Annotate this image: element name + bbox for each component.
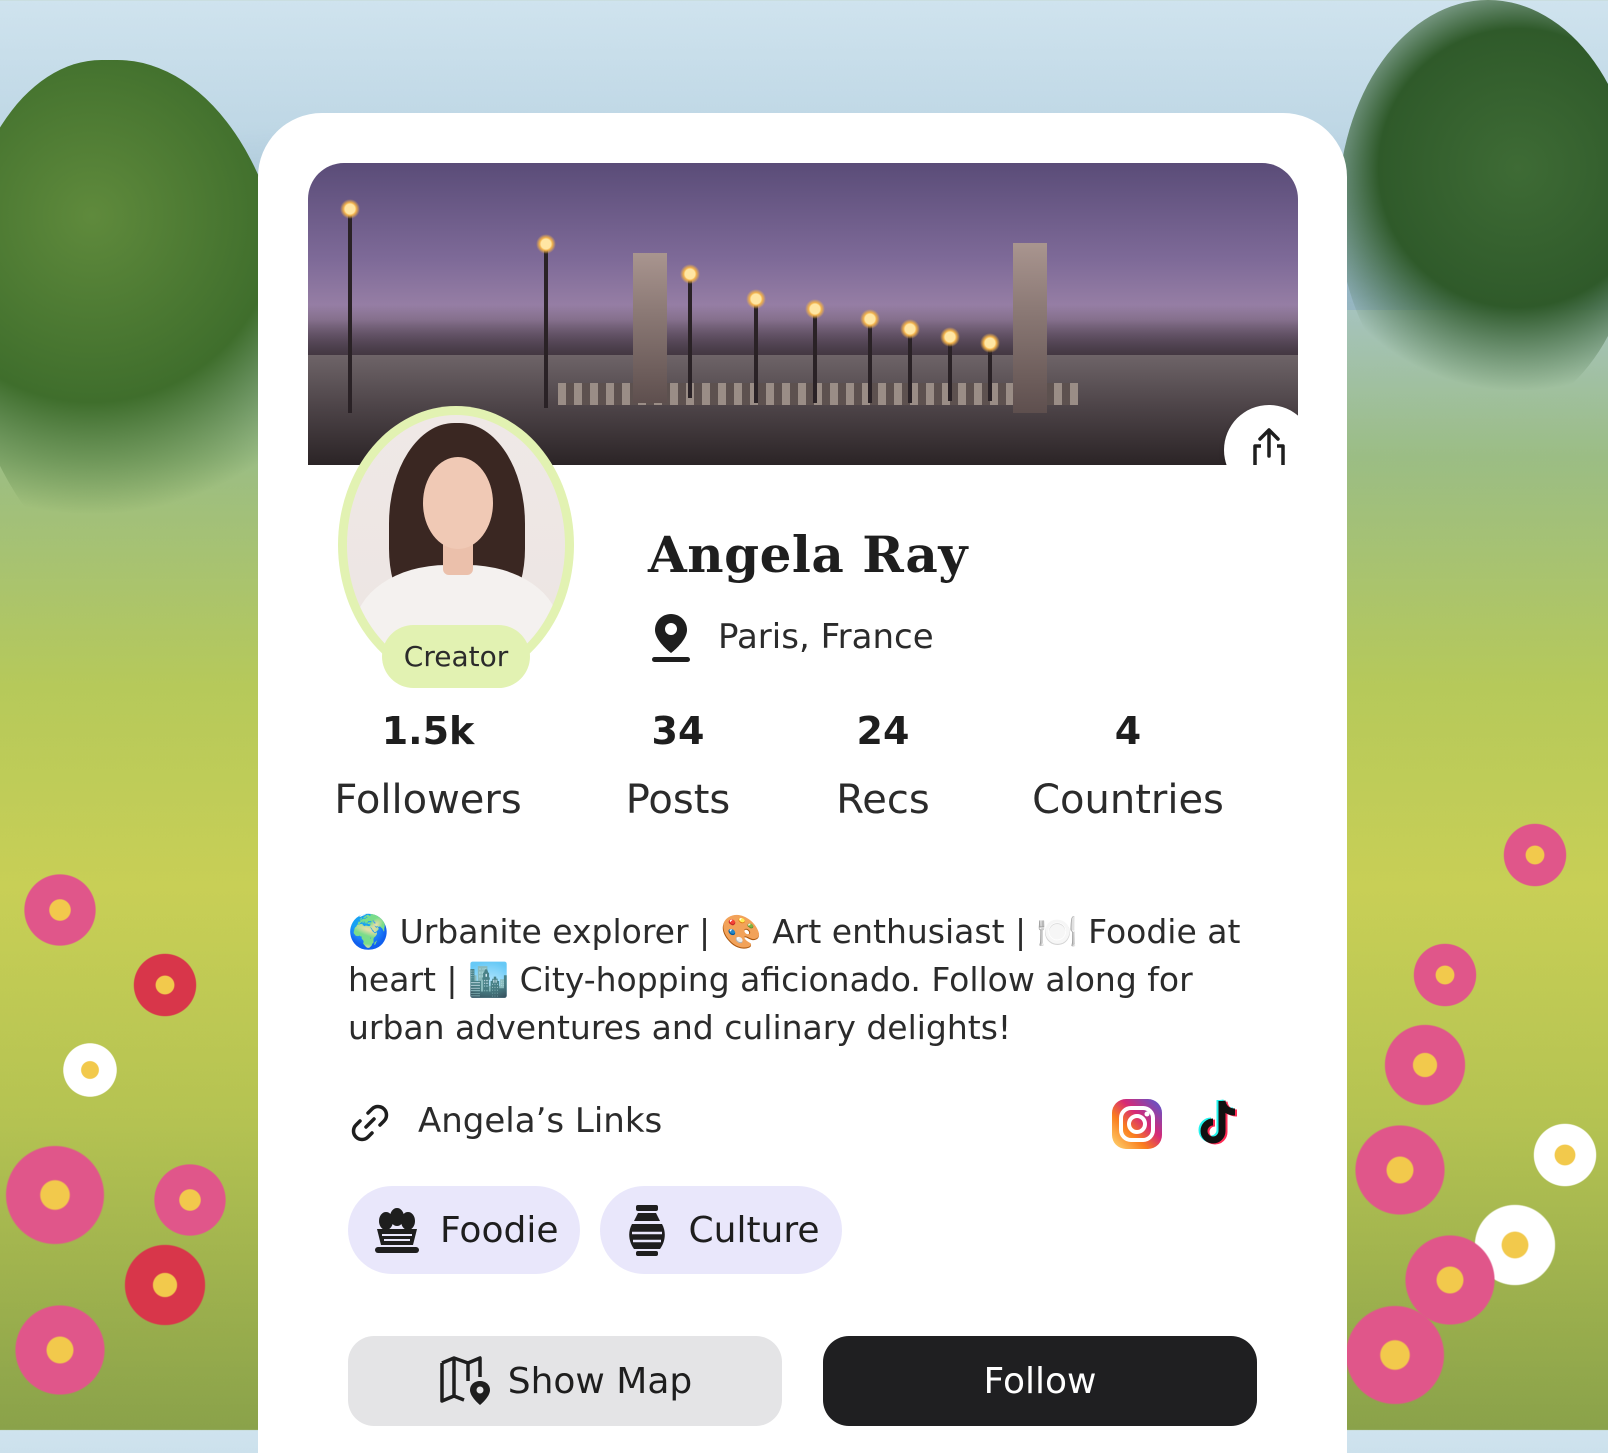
tiktok-icon[interactable] (1196, 1095, 1246, 1151)
stat-value: 4 (1114, 709, 1142, 753)
stat-countries[interactable]: 4 Countries (1028, 709, 1228, 823)
profile-name: Angela Ray (648, 525, 968, 584)
stats-row: 1.5k Followers 34 Posts 24 Recs 4 Countr… (328, 709, 1288, 849)
flower (1530, 1120, 1600, 1190)
stat-label: Recs (836, 777, 930, 823)
avatar-face (423, 457, 493, 549)
bread-basket-icon (375, 1208, 419, 1253)
instagram-icon[interactable] (1110, 1097, 1164, 1151)
street-lamp (746, 289, 766, 403)
stat-recs[interactable]: 24 Recs (818, 709, 948, 823)
stat-followers[interactable]: 1.5k Followers (328, 709, 528, 823)
stat-value: 1.5k (381, 709, 475, 753)
street-lamp (940, 327, 960, 401)
bridge-pillar (1013, 243, 1047, 413)
links-label[interactable]: Angela’s Links (418, 1101, 662, 1141)
street-lamp (980, 333, 1000, 401)
flower (1500, 820, 1570, 890)
flower (120, 1240, 210, 1330)
follow-label: Follow (983, 1360, 1097, 1402)
profile-actions: Show Map Follow (348, 1336, 1257, 1426)
stat-label: Posts (625, 777, 731, 823)
bridge-pillar (633, 253, 667, 403)
street-lamp (900, 319, 920, 403)
street-lamp (536, 234, 556, 408)
show-map-label: Show Map (507, 1360, 693, 1402)
profile-card: Creator Angela Ray Paris, France 1.5k Fo… (258, 113, 1347, 1453)
tag-label: Foodie (440, 1209, 559, 1251)
show-map-button[interactable]: Show Map (348, 1336, 782, 1426)
location-text: Paris, France (718, 617, 934, 657)
stat-posts[interactable]: 34 Posts (608, 709, 748, 823)
link-icon[interactable] (348, 1101, 392, 1145)
flower (10, 1300, 110, 1400)
tag-foodie[interactable]: Foodie (348, 1186, 581, 1274)
tag-culture[interactable]: Culture (600, 1186, 842, 1274)
location-pin-icon (652, 614, 690, 662)
creator-badge: Creator (382, 625, 530, 688)
flower (60, 1040, 120, 1100)
flower (1350, 1120, 1450, 1220)
street-lamp (860, 309, 880, 403)
street-lamp (680, 264, 700, 398)
vase-icon (629, 1205, 666, 1256)
share-icon (1253, 428, 1285, 465)
flower (130, 950, 200, 1020)
flower (20, 870, 100, 950)
flower (1380, 1020, 1470, 1110)
street-lamp (805, 299, 825, 403)
trees-right (1338, 0, 1608, 420)
profile-bio: 🌍 Urbanite explorer | 🎨 Art enthusiast |… (348, 912, 1241, 1047)
stat-value: 24 (856, 709, 910, 753)
follow-button[interactable]: Follow (823, 1336, 1257, 1426)
street-lamp (340, 199, 360, 413)
flower (150, 1160, 230, 1240)
stat-value: 34 (651, 709, 705, 753)
profile-location: Paris, France (650, 611, 934, 663)
stat-label: Countries (1032, 777, 1224, 823)
interest-tags: Foodie Culture (348, 1186, 842, 1274)
flower (1340, 1300, 1450, 1410)
tag-label: Culture (688, 1209, 820, 1251)
links-row: Angela’s Links (348, 1091, 1248, 1155)
stat-label: Followers (334, 777, 522, 823)
map-pin-icon (439, 1356, 490, 1405)
flower (0, 1140, 110, 1250)
flower (1410, 940, 1480, 1010)
